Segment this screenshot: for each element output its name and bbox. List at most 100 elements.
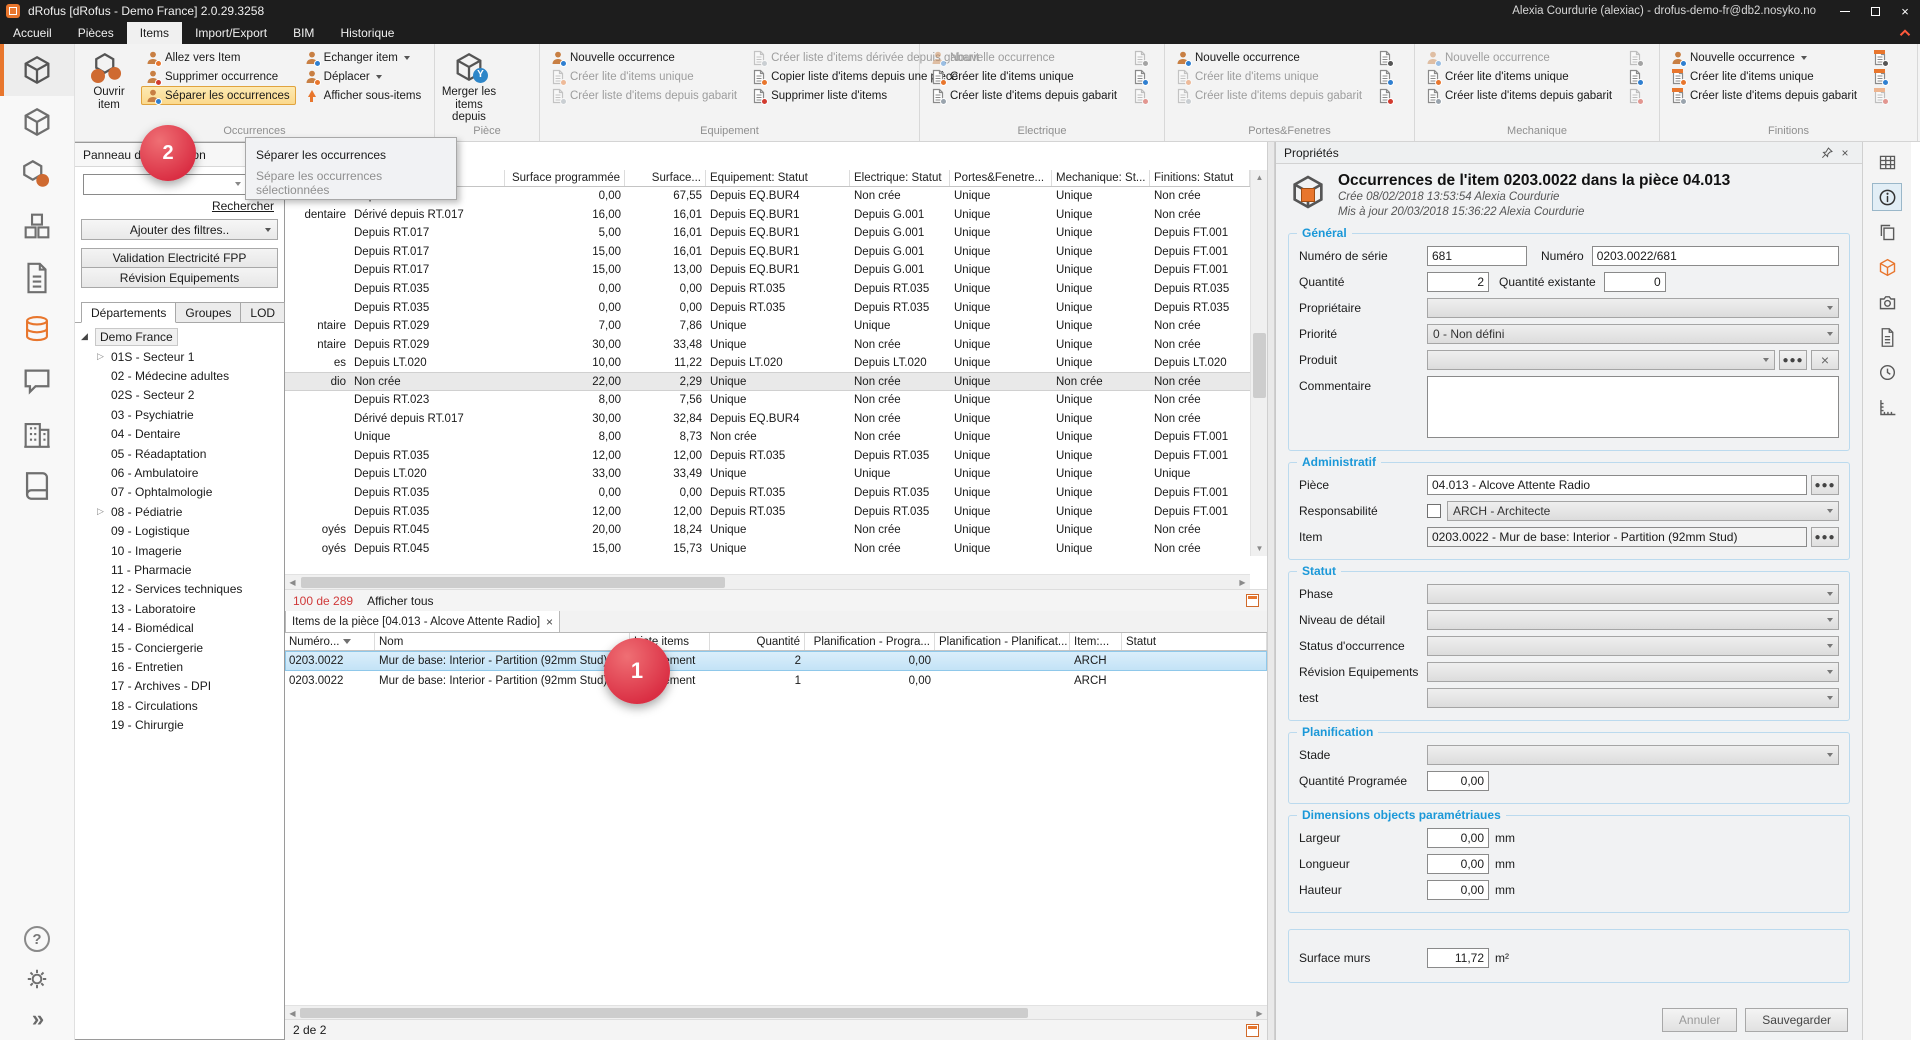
info-icon[interactable] [1872, 183, 1902, 211]
tree-item[interactable]: 19 - Chirurgie [75, 715, 284, 734]
copy-icon[interactable] [1872, 218, 1902, 246]
list-action-icon[interactable] [1624, 86, 1646, 105]
pin-icon[interactable] [1818, 146, 1836, 160]
saved-filter-validation-electricite[interactable]: Validation Electricité FPP [81, 248, 278, 268]
test-select[interactable] [1427, 688, 1839, 708]
module-rooms-icon[interactable] [0, 44, 74, 96]
tree-item[interactable]: 10 - Imagerie [75, 541, 284, 560]
rechercher-link[interactable]: Rechercher [75, 197, 284, 217]
column-header[interactable]: Item:... [1070, 633, 1122, 650]
hscroll-thumb[interactable] [301, 577, 725, 588]
history-clock-icon[interactable] [1872, 358, 1902, 386]
cr-er-liste-d-items-depuis-gabarit-button[interactable]: Créer liste d'items depuis gabarit [1666, 86, 1863, 105]
list-action-icon[interactable] [1624, 48, 1646, 67]
tree-item[interactable]: 02S - Secteur 2 [75, 386, 284, 405]
export-grid-icon[interactable] [1246, 594, 1259, 607]
scroll-left-icon[interactable]: ◀ [285, 575, 300, 590]
module-products-icon[interactable] [0, 148, 74, 200]
produit-clear-button[interactable]: × [1811, 350, 1839, 370]
table-row[interactable]: ntaireDepuis RT.02930,0033,48UniqueNon c… [285, 335, 1267, 354]
list-action-icon[interactable] [1869, 67, 1891, 86]
close-button[interactable]: × [1890, 0, 1920, 22]
column-header[interactable]: Surface programmée [505, 170, 625, 186]
nouvelle-occurrence-button[interactable]: Nouvelle occurrence [1421, 48, 1618, 67]
priorite-select[interactable]: 0 - Non défini [1427, 324, 1839, 344]
hscroll-thumb[interactable] [300, 1008, 1028, 1018]
quantite-field[interactable]: 2 [1427, 272, 1489, 292]
vscroll-thumb[interactable] [1253, 333, 1266, 398]
expander-icon[interactable]: ▷ [97, 507, 107, 517]
largeur-field[interactable]: 0,00 [1427, 828, 1489, 848]
surface-murs-field[interactable]: 11,72 [1427, 948, 1489, 968]
table-row[interactable]: Depuis RT.01715,0016,01Depuis EQ.BUR1Dep… [285, 243, 1267, 262]
column-header[interactable]: Portes&Fenetre... [950, 170, 1052, 186]
tree-item[interactable]: 02 - Médecine adultes [75, 366, 284, 385]
cr-er-lite-d-items-unique-button[interactable]: Créer lite d'items unique [1421, 67, 1618, 86]
tree-item[interactable]: 09 - Logistique [75, 522, 284, 541]
datasheet-grid-icon[interactable] [1872, 148, 1902, 176]
ouvrir-item-button[interactable]: Ouvrir item [81, 48, 137, 125]
nouvelle-occurrence-button[interactable]: Nouvelle occurrence [546, 48, 743, 67]
scroll-up-icon[interactable]: ▲ [1251, 170, 1268, 185]
add-filters-button[interactable]: Ajouter des filtres.. [81, 219, 278, 240]
piece-field[interactable]: 04.013 - Alcove Attente Radio [1427, 475, 1807, 495]
list-action-icon[interactable] [1129, 48, 1151, 67]
rooms-vscrollbar[interactable]: ▲ ▼ [1250, 170, 1267, 556]
list-action-icon[interactable] [1624, 67, 1646, 86]
cr-er-lite-d-items-unique-button[interactable]: Créer lite d'items unique [546, 67, 743, 86]
vertical-splitter[interactable] [1267, 142, 1275, 1040]
tree-item[interactable]: 03 - Psychiatrie [75, 405, 284, 424]
menu-bim[interactable]: BIM [280, 22, 327, 44]
piece-browse-button[interactable]: ●●● [1811, 475, 1839, 495]
cr-er-liste-d-items-depuis-gabarit-button[interactable]: Créer liste d'items depuis gabarit [1421, 86, 1618, 105]
cr-er-lite-d-items-unique-button[interactable]: Créer lite d'items unique [926, 67, 1123, 86]
tree-item[interactable]: 04 - Dentaire [75, 425, 284, 444]
column-header[interactable]: Surface... [625, 170, 706, 186]
items-hscrollbar[interactable]: ◀ ▶ [285, 1005, 1267, 1019]
column-header[interactable]: Finitions: Statut [1150, 170, 1250, 186]
niveau-de-d-tail-select[interactable] [1427, 610, 1839, 630]
nouvelle-occurrence-button[interactable]: Nouvelle occurrence [1171, 48, 1368, 67]
scroll-left-icon[interactable]: ◀ [285, 1006, 300, 1021]
column-header[interactable]: Mechanique: St... [1052, 170, 1150, 186]
tree-item[interactable]: 18 - Circulations [75, 696, 284, 715]
table-row[interactable]: ntaireDepuis RT.0297,007,86UniqueUniqueU… [285, 317, 1267, 336]
column-header[interactable]: Nom [375, 633, 630, 650]
table-row[interactable]: 0203.0022Mur de base: Interior - Partiti… [285, 671, 1267, 691]
menu-pices[interactable]: Pièces [65, 22, 127, 44]
table-row[interactable]: Depuis RT.03512,0012,00Depuis RT.035Depu… [285, 447, 1267, 466]
tree-item[interactable]: 17 - Archives - DPI [75, 677, 284, 696]
echanger-item-button[interactable]: Echanger item [300, 48, 428, 67]
tab-lod[interactable]: LOD [241, 302, 285, 323]
scroll-down-icon[interactable]: ▼ [1251, 541, 1268, 556]
s-parer-les-occurrences-button[interactable]: Séparer les occurrences [141, 86, 296, 105]
model-cube-icon[interactable] [1872, 253, 1902, 281]
nouvelle-occurrence-button[interactable]: Nouvelle occurrence [926, 48, 1123, 67]
close-panel-icon[interactable]: × [1836, 146, 1854, 160]
column-header[interactable]: Quantité [710, 633, 805, 650]
sauvegarder-button[interactable]: Sauvegarder [1745, 1008, 1848, 1032]
tree-root-item[interactable]: ◢Demo France [75, 327, 284, 347]
table-row[interactable]: 0203.0022Mur de base: Interior - Partiti… [285, 651, 1267, 671]
numero-serie-field[interactable]: 681 [1427, 246, 1527, 266]
table-row[interactable]: Depuis RT.01715,0013,00Depuis EQ.BUR1Dep… [285, 261, 1267, 280]
table-row[interactable]: Depuis RT.0350,000,00Depuis RT.035Depuis… [285, 298, 1267, 317]
list-action-icon[interactable] [1129, 67, 1151, 86]
camera-icon[interactable] [1872, 288, 1902, 316]
annuler-button[interactable]: Annuler [1662, 1008, 1737, 1032]
menu-importexport[interactable]: Import/Export [182, 22, 280, 44]
list-action-icon[interactable] [1374, 67, 1396, 86]
column-header[interactable]: Statut [1122, 633, 1267, 650]
column-header[interactable]: Numéro... [285, 633, 375, 650]
module-building-icon[interactable] [0, 408, 74, 460]
list-action-icon[interactable] [1129, 86, 1151, 105]
menu-items[interactable]: Items [127, 22, 182, 44]
nouvelle-occurrence-button[interactable]: Nouvelle occurrence [1666, 48, 1863, 67]
proprietaire-select[interactable] [1427, 298, 1839, 318]
table-row[interactable]: Depuis RT.03512,0012,00Depuis RT.035Depu… [285, 502, 1267, 521]
maximize-button[interactable] [1860, 0, 1890, 22]
item-field[interactable]: 0203.0022 - Mur de base: Interior - Part… [1427, 527, 1807, 547]
collapse-ribbon-icon[interactable] [1890, 22, 1920, 44]
quantite-programee-field[interactable]: 0,00 [1427, 771, 1489, 791]
measure-ruler-icon[interactable] [1872, 393, 1902, 421]
